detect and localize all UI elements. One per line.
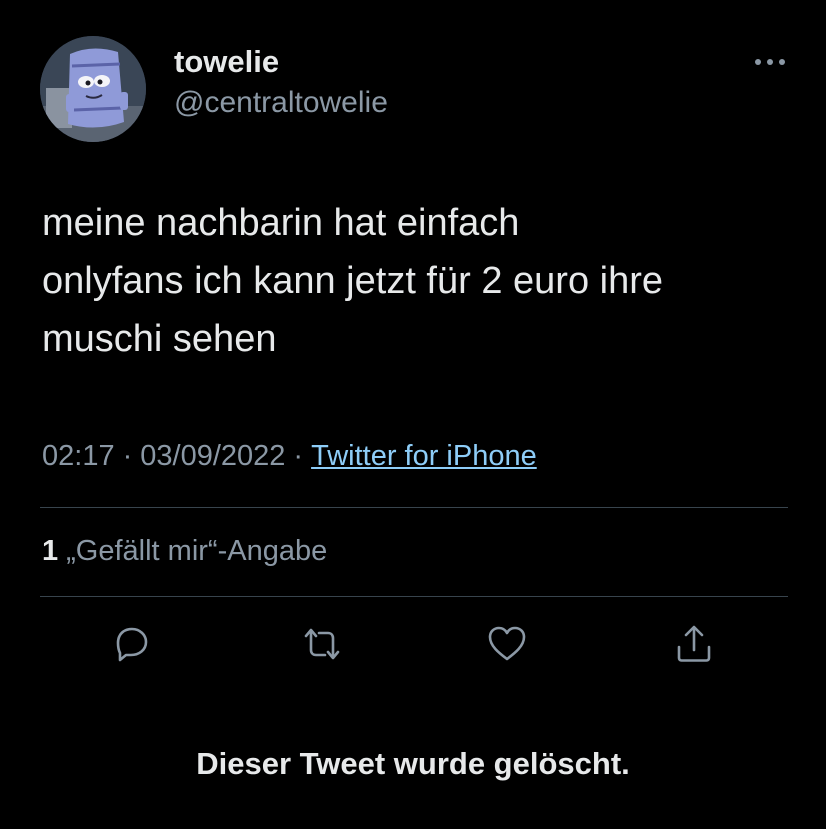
reply-icon[interactable] [110, 622, 154, 666]
display-name[interactable]: towelie [174, 44, 279, 80]
tweet-date: 03/09/2022 [140, 440, 286, 472]
deleted-tweet-notice: Dieser Tweet wurde gelöscht. [196, 746, 630, 781]
tweet-meta: 02:17 · 03/09/2022 · Twitter for iPhone [42, 440, 537, 473]
more-icon[interactable] [752, 52, 788, 72]
tweet-text: meine nachbarin hat einfach onlyfans ich… [42, 202, 664, 360]
towelie-avatar-icon [40, 36, 146, 142]
likes-stat[interactable]: 1 „Gefällt mir“-Angabe [42, 535, 327, 568]
tweet-time: 02:17 [42, 440, 115, 472]
user-handle[interactable]: @centraltowelie [174, 86, 388, 120]
retweet-icon[interactable] [300, 622, 344, 666]
tweet-source-link[interactable]: Twitter for iPhone [311, 440, 537, 472]
meta-separator: · [293, 440, 304, 472]
share-icon[interactable] [672, 622, 716, 666]
meta-separator: · [122, 440, 133, 472]
like-label: „Gefällt mir“-Angabe [66, 535, 328, 567]
like-count: 1 [42, 535, 59, 567]
avatar[interactable] [40, 36, 146, 142]
divider [40, 596, 788, 597]
heart-icon[interactable] [485, 622, 529, 666]
divider [40, 507, 788, 508]
